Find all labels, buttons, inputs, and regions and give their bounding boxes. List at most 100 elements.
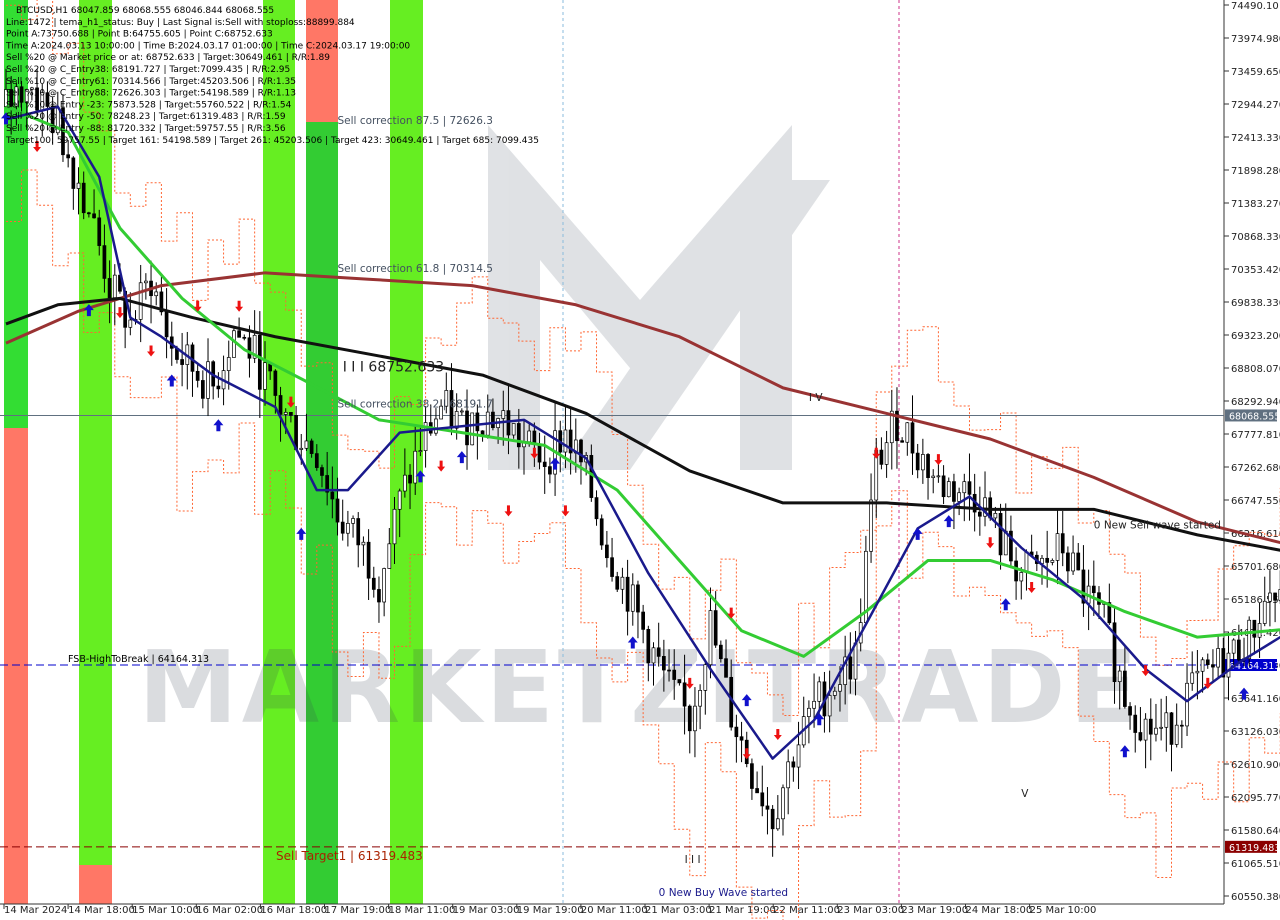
candle-body <box>651 647 656 664</box>
candle-body <box>1148 718 1153 735</box>
x-tick-label: 17 Mar 19:00 <box>325 905 392 916</box>
candle-body <box>537 443 542 463</box>
candle-body <box>832 690 837 696</box>
candle-body <box>1019 572 1024 582</box>
candle-body <box>993 513 998 519</box>
candle-body <box>1180 724 1184 727</box>
chart-annotation: I I I <box>685 854 701 866</box>
candle-body <box>76 182 81 189</box>
candle-body <box>1195 670 1200 674</box>
candle-body <box>760 792 765 807</box>
y-tick-label: 73459.650 <box>1231 67 1280 78</box>
candle-body <box>206 361 210 399</box>
candle-body <box>775 818 780 830</box>
candle-body <box>107 278 112 299</box>
chart-annotation: 0 New Buy Wave started <box>659 887 788 899</box>
candle-body <box>667 669 671 672</box>
candle-body <box>501 410 506 419</box>
candle-body <box>1211 664 1215 668</box>
candle-body <box>915 452 920 471</box>
y-tick-label: 67777.810 <box>1231 430 1280 441</box>
candle-body <box>838 684 842 692</box>
candle-body <box>662 656 666 671</box>
candle-body <box>434 418 438 434</box>
level-label: Sell Target1 | 61319.483 <box>276 849 423 863</box>
candle-body <box>620 576 625 590</box>
candle-body <box>734 726 739 738</box>
buy-arrow-icon <box>456 451 467 464</box>
sell-arrow-icon <box>742 748 751 760</box>
y-tick-label: 73974.980 <box>1231 34 1280 45</box>
candle-body <box>548 466 552 475</box>
candle-body <box>242 336 247 339</box>
sell-arrow-icon <box>872 447 881 459</box>
candle-body <box>708 610 713 666</box>
y-tick-label: 61065.510 <box>1231 859 1280 870</box>
time-axis: 14 Mar 2024 14 Mar 18:0015 Mar 10:0016 Ma… <box>0 903 1224 916</box>
candle-body <box>257 334 262 390</box>
candle-body <box>1190 672 1195 684</box>
candle-body <box>1262 600 1267 624</box>
sell-arrow-icon <box>147 345 156 357</box>
candle-body <box>371 577 376 590</box>
candle-body <box>848 656 853 680</box>
x-tick-label: 19 Mar 03:00 <box>453 905 520 916</box>
candle-body <box>1273 592 1277 601</box>
candle-body <box>781 787 785 820</box>
y-tick-label: 60550.380 <box>1231 892 1280 903</box>
candle-body <box>977 511 982 517</box>
candle-body <box>491 411 495 429</box>
candle-body <box>180 359 184 365</box>
candle-body <box>1252 619 1257 638</box>
sell-arrow-icon <box>115 307 124 319</box>
chart-annotation: Sell correction 38.2 | 68191.7 <box>338 399 493 411</box>
candle-body <box>750 763 754 789</box>
candle-body <box>335 498 340 523</box>
x-tick-label: 16 Mar 02:00 <box>196 905 263 916</box>
x-tick-label: 22 Mar 11:00 <box>773 905 840 916</box>
buy-zone <box>306 122 338 904</box>
info-line: Sell %10 @ C_Entry61: 70314.566 | Target… <box>6 77 296 87</box>
candle-body <box>397 490 402 510</box>
candle-body <box>320 467 324 476</box>
candle-body <box>1236 639 1241 661</box>
price-level-tag-text: 64164.313 <box>1229 661 1280 672</box>
candle-body <box>1014 560 1018 582</box>
chart-annotation: 0 New Sell wave started <box>1094 519 1221 531</box>
candle-body <box>605 544 609 559</box>
candle-body <box>87 212 91 215</box>
candle-body <box>946 481 951 498</box>
candle-body <box>164 311 169 338</box>
buy-arrow-icon <box>1000 598 1011 611</box>
price-chart[interactable]: MARKETZITRADE 74490.10 73974.980 73459.650… <box>0 0 1280 920</box>
candle-body <box>330 491 335 500</box>
x-tick-label: 23 Mar 19:00 <box>901 905 968 916</box>
candle-body <box>1060 533 1065 554</box>
candle-body <box>967 481 972 495</box>
y-tick-label: 63126.030 <box>1231 727 1280 738</box>
candle-body <box>630 584 635 612</box>
candle-body <box>796 744 801 768</box>
candle-body <box>470 412 475 446</box>
candle-body <box>112 274 117 299</box>
chart-annotation: I V <box>809 392 823 404</box>
info-line: Line:1472 | tema_h1_status: Buy | Last S… <box>6 18 355 28</box>
chart-annotation: Sell correction 87.5 | 72626.3 <box>338 115 493 127</box>
y-tick-label: 74490.10 <box>1231 1 1279 12</box>
candle-body <box>387 543 392 569</box>
candle-body <box>687 705 692 732</box>
candle-body <box>66 154 71 159</box>
candle-body <box>527 430 532 443</box>
candle-body <box>418 450 423 452</box>
y-tick-label: 68808.070 <box>1231 364 1280 375</box>
info-line: Sell %10 @ C_Entry88: 72626.303 | Target… <box>6 89 296 99</box>
candle-body <box>931 475 936 478</box>
candle-body <box>957 492 961 502</box>
sell-arrow-icon <box>437 460 446 472</box>
candle-body <box>1226 652 1231 678</box>
info-line: Point A:73750.688 | Point B:64755.605 | … <box>6 30 273 40</box>
buy-arrow-icon <box>943 515 954 528</box>
candle-body <box>366 541 371 579</box>
candle-body <box>713 610 718 646</box>
y-tick-label: 70868.330 <box>1231 232 1280 243</box>
